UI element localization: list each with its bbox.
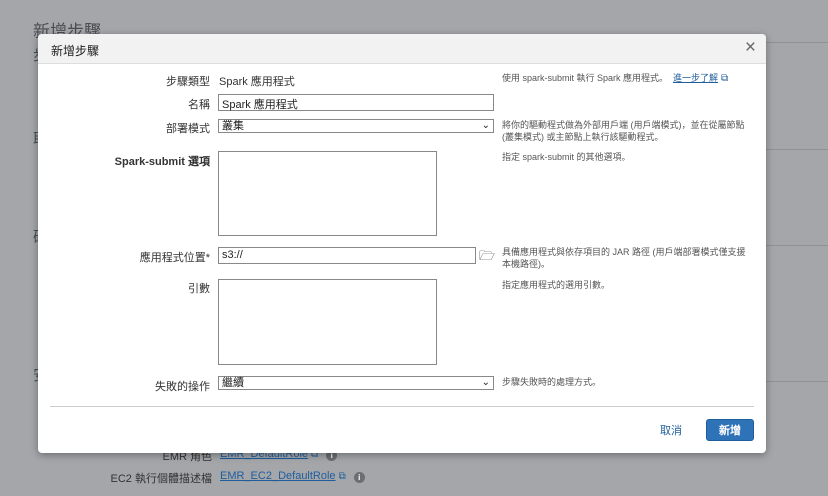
arguments-help: 指定應用程式的選用引數。 <box>502 280 611 290</box>
app-location-label: 應用程式位置* <box>139 252 210 264</box>
chevron-down-icon: ⌄ <box>481 377 490 388</box>
add-step-dialog: 新增步驟 × 步驟類型 Spark 應用程式 使用 spark-submit 執… <box>38 34 766 453</box>
learn-more-link[interactable]: 進一步了解 <box>673 73 718 83</box>
background-divider <box>760 245 828 246</box>
ec2-profile-row[interactable]: EMR_EC2_DefaultRole ⧉ i <box>220 470 365 483</box>
external-link-icon: ⧉ <box>721 73 729 84</box>
spark-submit-help: 指定 spark-submit 的其他選項。 <box>502 152 631 162</box>
dialog-footer-divider <box>50 406 754 407</box>
deploy-mode-label: 部署模式 <box>166 123 210 135</box>
step-type-help: 使用 spark-submit 執行 Spark 應用程式。 進一步了解 ⧉ <box>502 72 754 85</box>
ec2-profile-label: EC2 執行個體描述檔 <box>110 473 212 485</box>
step-type-label: 步驟類型 <box>166 76 210 88</box>
arguments-textarea[interactable] <box>218 279 437 365</box>
external-link-icon: ⧉ <box>338 471 346 482</box>
name-input[interactable]: Spark 應用程式 <box>218 94 494 111</box>
action-on-failure-help: 步驟失敗時的處理方式。 <box>502 377 602 387</box>
action-on-failure-select[interactable]: 繼續 ⌄ <box>218 376 494 390</box>
action-on-failure-selected: 繼續 <box>222 377 244 389</box>
background-divider <box>760 42 828 43</box>
step-type-value: Spark 應用程式 <box>219 76 295 88</box>
action-on-failure-label: 失敗的操作 <box>155 381 210 393</box>
ec2-profile-link[interactable]: EMR_EC2_DefaultRole <box>220 470 336 482</box>
deploy-mode-selected: 叢集 <box>222 120 244 132</box>
close-icon[interactable]: × <box>745 38 756 57</box>
step-type-help-text: 使用 spark-submit 執行 Spark 應用程式。 <box>502 73 669 83</box>
app-location-input[interactable]: s3:// <box>218 247 476 264</box>
chevron-down-icon: ⌄ <box>481 120 490 131</box>
spark-submit-label: Spark-submit 選項 <box>114 156 210 168</box>
info-icon[interactable]: i <box>353 472 365 483</box>
deploy-mode-help: 將你的驅動程式做為外部用戶端 (用戶端模式)，並在從屬節點 (叢集模式) 或主節… <box>502 120 745 142</box>
arguments-label: 引數 <box>188 283 210 295</box>
deploy-mode-select[interactable]: 叢集 ⌄ <box>218 119 494 133</box>
name-label: 名稱 <box>188 99 210 111</box>
spark-submit-textarea[interactable] <box>218 151 437 236</box>
background-divider <box>760 381 828 382</box>
background-divider <box>760 149 828 150</box>
dialog-header: 新增步驟 × <box>38 34 766 64</box>
folder-open-icon[interactable]: 🗁 <box>479 247 495 269</box>
app-location-help: 具備應用程式與依存項目的 JAR 路徑 (用戶端部署模式僅支援本機路徑)。 <box>502 247 746 269</box>
add-button[interactable]: 新增 <box>706 419 754 441</box>
dialog-title: 新增步驟 <box>51 44 100 58</box>
cancel-button[interactable]: 取消 <box>660 422 682 438</box>
